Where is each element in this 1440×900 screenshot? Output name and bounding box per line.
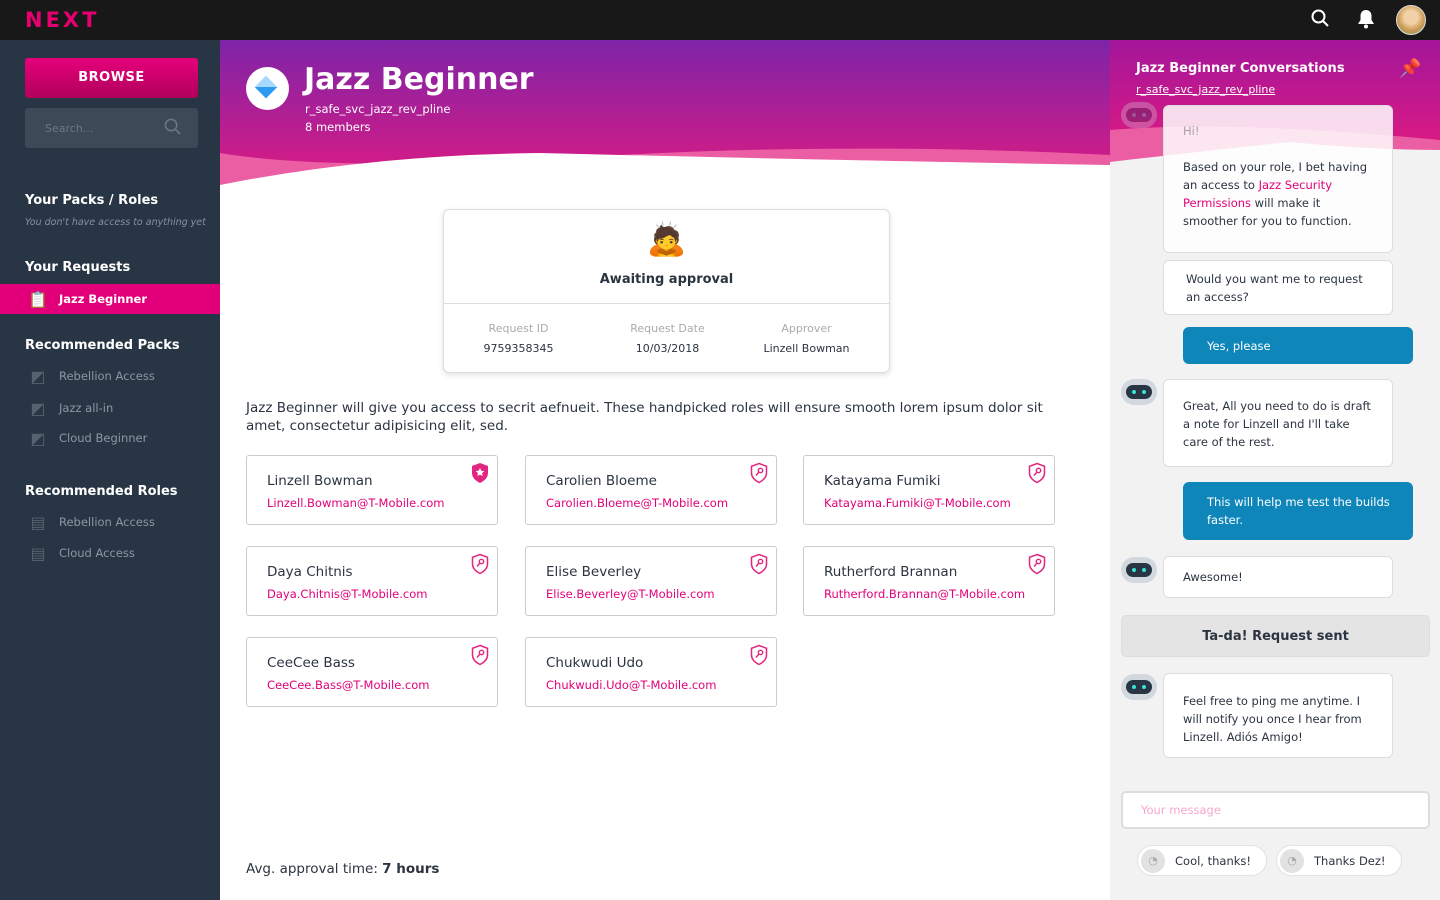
sidebar-item-label: Rebellion Access <box>59 515 155 529</box>
person-email[interactable]: Elise.Beverley@T-Mobile.com <box>546 587 715 601</box>
clipboard-icon: ▤ <box>30 543 46 563</box>
approver-card[interactable]: Elise Beverley Elise.Beverley@T-Mobile.c… <box>525 546 777 616</box>
clipboard-icon: ▤ <box>30 512 46 532</box>
approver-card[interactable]: Daya Chitnis Daya.Chitnis@T-Mobile.com <box>246 546 498 616</box>
clipboard-icon: 📋 <box>28 289 48 309</box>
party-icon: ◔ <box>1141 848 1165 873</box>
bot-avatar <box>1121 379 1157 405</box>
person-email[interactable]: Rutherford.Brannan@T-Mobile.com <box>824 587 1025 601</box>
chat-panel: Jazz Beginner Conversations r_safe_svc_j… <box>1110 40 1440 900</box>
logo[interactable]: NEXT <box>25 8 99 32</box>
person-name: Chukwudi Udo <box>546 655 644 671</box>
request-id: Request ID 9759358345 <box>483 322 554 355</box>
sidebar-item-rebellion-access-role[interactable]: ▤ Rebellion Access <box>0 507 220 537</box>
person-email[interactable]: Katayama.Fumiki@T-Mobile.com <box>824 496 1011 510</box>
person-name: CeeCee Bass <box>267 655 355 671</box>
cards-icon: ◩ <box>30 398 46 418</box>
request-status-card: 🙇 Awaiting approval Request ID 9759358345… <box>443 209 890 373</box>
person-name: Katayama Fumiki <box>824 473 941 489</box>
bot-message: Would you want me to request an access? <box>1163 260 1393 315</box>
sidebar-item-label: Cloud Beginner <box>59 431 148 445</box>
search-icon[interactable] <box>1311 9 1329 32</box>
party-icon: ◔ <box>1280 848 1304 873</box>
cards-icon: ◩ <box>30 428 46 448</box>
user-message: Yes, please <box>1183 327 1413 364</box>
bowing-person-icon: 🙇 <box>646 220 687 258</box>
sidebar-item-jazz-beginner[interactable]: 📋 Jazz Beginner <box>0 284 220 314</box>
sidebar: BROWSE Your Packs / Roles You don't have… <box>0 40 220 900</box>
divider <box>444 303 889 304</box>
packs-roles-empty: You don't have access to anything yet <box>25 217 206 228</box>
browse-button[interactable]: BROWSE <box>25 58 198 98</box>
pack-description: Jazz Beginner will give you access to se… <box>246 400 1043 434</box>
person-name: Daya Chitnis <box>267 564 353 580</box>
shield-key-icon <box>750 644 768 666</box>
pack-id: r_safe_svc_jazz_rev_pline <box>305 102 451 116</box>
request-sent-banner: Ta-da! Request sent <box>1121 615 1430 657</box>
approver-card[interactable]: Carolien Bloeme Carolien.Bloeme@T-Mobile… <box>525 455 777 525</box>
approver-card[interactable]: Chukwudi Udo Chukwudi.Udo@T-Mobile.com <box>525 637 777 707</box>
bot-message: Awesome! <box>1163 556 1393 598</box>
person-email[interactable]: Carolien.Bloeme@T-Mobile.com <box>546 496 728 510</box>
approver: Approver Linzell Bowman <box>763 322 850 355</box>
members-count: 8 members <box>305 120 371 134</box>
request-date: Request Date 10/03/2018 <box>630 322 705 355</box>
packs-roles-title: Your Packs / Roles <box>25 193 159 208</box>
person-name: Elise Beverley <box>546 564 642 580</box>
shield-key-icon <box>750 462 768 484</box>
search-icon[interactable] <box>164 118 181 139</box>
shield-key-icon <box>471 644 489 666</box>
approver-card[interactable]: Katayama Fumiki Katayama.Fumiki@T-Mobile… <box>803 455 1055 525</box>
bell-icon[interactable] <box>1357 9 1375 34</box>
bot-avatar <box>1121 674 1157 700</box>
avatar[interactable] <box>1396 5 1426 35</box>
avg-approval-time: Avg. approval time: 7 hours <box>246 861 440 877</box>
person-email[interactable]: Daya.Chitnis@T-Mobile.com <box>267 587 427 601</box>
bot-avatar <box>1121 557 1157 583</box>
sidebar-item-label: Rebellion Access <box>59 369 155 383</box>
person-name: Linzell Bowman <box>267 473 373 489</box>
rec-roles-title: Recommended Roles <box>25 484 178 499</box>
sidebar-item-cloud-access[interactable]: ▤ Cloud Access <box>0 538 220 568</box>
bot-message: Great, All you need to do is draft a not… <box>1163 379 1393 467</box>
main-content: Jazz Beginner r_safe_svc_jazz_rev_pline … <box>220 40 1110 900</box>
quick-reply-cool-thanks[interactable]: ◔ Cool, thanks! <box>1137 845 1268 876</box>
cards-icon: ◩ <box>30 366 46 386</box>
shield-key-icon <box>750 553 768 575</box>
pack-diamond-icon <box>246 67 289 110</box>
sidebar-item-cloud-beginner[interactable]: ◩ Cloud Beginner <box>0 423 220 453</box>
bot-avatar <box>1121 102 1157 128</box>
pin-icon[interactable]: 📌 <box>1399 58 1421 79</box>
sidebar-item-label: Jazz Beginner <box>59 292 148 306</box>
person-email[interactable]: Chukwudi.Udo@T-Mobile.com <box>546 678 716 692</box>
bot-message: Hi! Based on your role, I bet having an … <box>1163 105 1393 253</box>
person-email[interactable]: CeeCee.Bass@T-Mobile.com <box>267 678 430 692</box>
shield-key-icon <box>1028 462 1046 484</box>
shield-key-icon <box>1028 553 1046 575</box>
requests-title: Your Requests <box>25 260 131 275</box>
shield-star-icon <box>472 463 488 483</box>
bot-message: Feel free to ping me anytime. I will not… <box>1163 673 1393 758</box>
sidebar-item-jazz-all-in[interactable]: ◩ Jazz all-in <box>0 393 220 423</box>
approver-card[interactable]: CeeCee Bass CeeCee.Bass@T-Mobile.com <box>246 637 498 707</box>
status-label: Awaiting approval <box>599 272 734 287</box>
approver-card[interactable]: Rutherford Brannan Rutherford.Brannan@T-… <box>803 546 1055 616</box>
shield-key-icon <box>471 553 489 575</box>
person-email[interactable]: Linzell.Bowman@T-Mobile.com <box>267 496 444 510</box>
sidebar-item-label: Cloud Access <box>59 546 135 560</box>
top-bar: NEXT <box>0 0 1440 40</box>
quick-reply-thanks-dez[interactable]: ◔ Thanks Dez! <box>1276 845 1402 876</box>
person-name: Carolien Bloeme <box>546 473 657 489</box>
header-wave <box>220 148 1110 195</box>
person-name: Rutherford Brannan <box>824 564 958 580</box>
approver-card[interactable]: Linzell Bowman Linzell.Bowman@T-Mobile.c… <box>246 455 498 525</box>
rec-packs-title: Recommended Packs <box>25 338 180 353</box>
user-message: This will help me test the builds faster… <box>1183 482 1413 540</box>
sidebar-item-label: Jazz all-in <box>59 401 114 415</box>
page-title: Jazz Beginner <box>304 62 534 97</box>
sidebar-item-rebellion-access-pack[interactable]: ◩ Rebellion Access <box>0 361 220 391</box>
message-input[interactable] <box>1121 791 1430 829</box>
chat-pack-link[interactable]: r_safe_svc_jazz_rev_pline <box>1136 83 1275 96</box>
chat-title: Jazz Beginner Conversations <box>1136 61 1345 76</box>
